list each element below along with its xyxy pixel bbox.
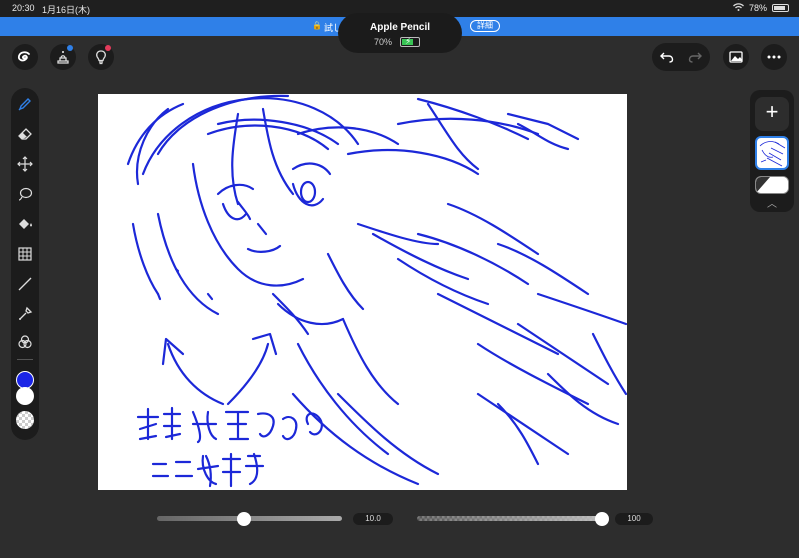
app-logo-icon[interactable] (12, 44, 38, 70)
brush-size-slider-knob[interactable] (236, 512, 251, 526)
opacity-slider-knob[interactable] (595, 512, 609, 526)
charging-bolt-icon: ⚡ (405, 36, 412, 46)
wifi-icon (733, 3, 744, 13)
brush-size-value: 10.0 (353, 513, 393, 525)
status-right: 78% (733, 3, 789, 13)
lightbulb-badge (105, 45, 111, 51)
line-icon[interactable] (15, 274, 35, 294)
layer-thumbnail-background[interactable] (755, 176, 789, 194)
opacity-value: 100 (615, 513, 653, 525)
layer-thumbnail-sketch[interactable] (755, 136, 789, 170)
undo-icon[interactable] (654, 44, 680, 70)
popup-title: Apple Pencil (369, 22, 430, 33)
pencil-battery-popup: Apple Pencil 70% ⚡ (338, 13, 462, 53)
battery-percent: 78% (748, 3, 767, 13)
stamp-badge (67, 45, 73, 51)
layers-panel: + ︿ (750, 90, 794, 212)
battery-icon (772, 4, 789, 12)
status-time: 20:30 (12, 3, 35, 13)
secondary-color-swatch[interactable] (16, 387, 34, 405)
status-date: 1月16日(木) (42, 5, 91, 15)
grid-icon[interactable] (15, 244, 35, 264)
left-toolbar (11, 88, 39, 440)
background-layer-preview-icon (756, 177, 788, 193)
more-icon[interactable] (761, 44, 787, 70)
layer-preview-icon (759, 141, 786, 167)
lock-icon: 🔒 (312, 21, 322, 30)
pencil-battery-text: 70% (374, 37, 393, 47)
lasso-icon[interactable] (15, 184, 35, 204)
move-icon[interactable] (15, 154, 35, 174)
toolbar-divider (17, 359, 33, 360)
chevron-up-icon[interactable]: ︿ (767, 195, 777, 210)
detail-button[interactable]: 詳細 (470, 20, 500, 32)
fill-icon[interactable] (15, 214, 35, 234)
transparent-color-swatch[interactable] (16, 411, 34, 429)
blend-icon[interactable] (15, 332, 35, 352)
drawing-canvas[interactable] (98, 94, 627, 490)
sketch-drawing (126, 94, 627, 488)
eraser-icon[interactable] (15, 124, 35, 144)
pencil-battery-icon: ⚡ (400, 36, 420, 47)
pen-icon[interactable] (15, 94, 35, 114)
eyedropper-icon[interactable] (15, 304, 35, 324)
add-layer-button[interactable]: + (755, 97, 789, 131)
opacity-slider-track[interactable] (417, 516, 608, 521)
image-icon[interactable] (723, 44, 749, 70)
redo-icon[interactable] (682, 44, 708, 70)
